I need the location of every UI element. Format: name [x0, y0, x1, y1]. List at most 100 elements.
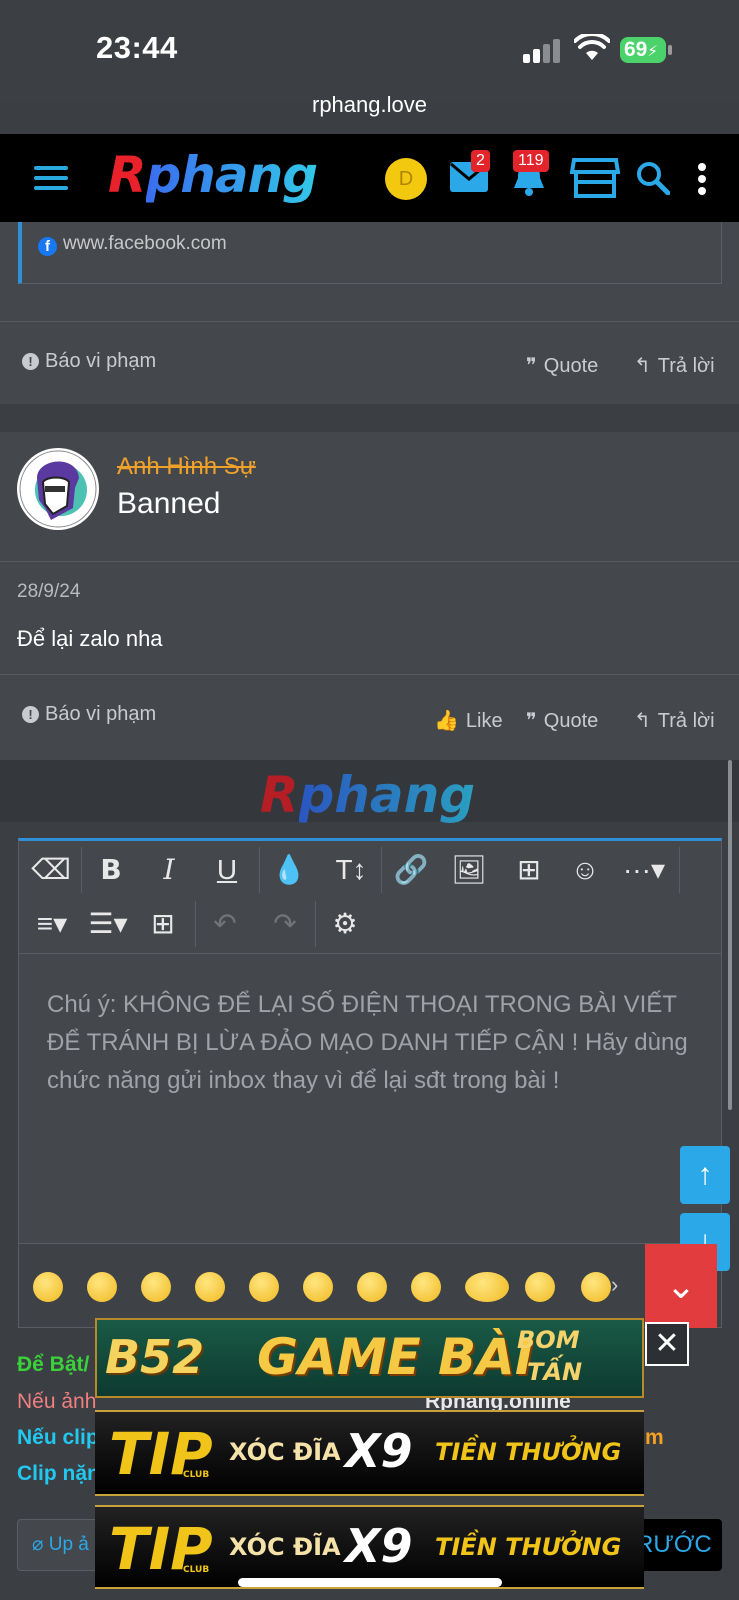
- divider: [0, 321, 739, 322]
- ad-b52-side1: BOM: [517, 1326, 580, 1354]
- smiley-icon[interactable]: [581, 1272, 611, 1302]
- toolbar-separator: [679, 847, 680, 893]
- ad-tip-text2: X9: [345, 1519, 413, 1573]
- more-options-icon[interactable]: ···▾: [619, 851, 669, 889]
- ad-banner-tip-1[interactable]: TIP CLUB XÓC ĐĨA X9 TIỀN THƯỞNG: [95, 1410, 644, 1496]
- close-ad-button[interactable]: ✕: [645, 1322, 689, 1366]
- undo-icon[interactable]: ↶: [205, 905, 245, 943]
- quote-button[interactable]: ❞ Quote: [526, 708, 598, 733]
- site-navbar: Rphang: [0, 134, 739, 222]
- post-author-avatar[interactable]: [17, 448, 99, 530]
- underline-icon[interactable]: U: [207, 851, 247, 889]
- bold-icon[interactable]: B: [91, 851, 131, 889]
- collapse-chevron-button[interactable]: ⌄: [645, 1244, 717, 1328]
- search-icon[interactable]: [636, 161, 670, 195]
- menu-icon[interactable]: [34, 166, 68, 190]
- post-author-name[interactable]: Anh Hình Sự: [117, 453, 256, 481]
- smiley-icon[interactable]: [357, 1272, 387, 1302]
- toolbar-separator: [381, 847, 382, 893]
- editor-toolbar-row-2: ≡▾ ☰▾ ⊞ ↶ ↷ ⚙: [19, 895, 721, 953]
- user-avatar-button[interactable]: D: [385, 158, 427, 200]
- facebook-link[interactable]: f www.facebook.com: [38, 233, 227, 256]
- smilies-bar: ›: [19, 1243, 721, 1327]
- align-icon[interactable]: ≡▾: [27, 905, 77, 943]
- ad-tip-text3: TIỀN THƯỞNG: [435, 1438, 622, 1466]
- ad-tip-club: CLUB: [183, 1470, 210, 1480]
- ad-tip-text1: XÓC ĐĨA: [229, 1533, 341, 1561]
- reply-icon: ↰: [634, 710, 651, 732]
- smiley-icon[interactable]: [249, 1272, 279, 1302]
- warning-icon: !: [22, 353, 39, 370]
- avatar-illustration: [19, 450, 97, 528]
- settings-icon[interactable]: ⚙: [325, 905, 365, 943]
- redo-icon[interactable]: ↷: [265, 905, 305, 943]
- warning-icon: !: [22, 706, 39, 723]
- note-line-3-end: m: [645, 1426, 664, 1449]
- paperclip-icon: ⌀: [32, 1534, 49, 1555]
- more-vertical-icon[interactable]: [697, 162, 707, 196]
- chevron-right-icon[interactable]: ›: [611, 1272, 618, 1298]
- note-line-2: Nếu ảnh: [17, 1390, 97, 1413]
- message-placeholder: Chú ý: KHÔNG ĐỂ LẠI SỐ ĐIỆN THOẠI TRONG …: [47, 991, 688, 1094]
- text-color-icon[interactable]: 💧: [269, 851, 309, 889]
- wifi-icon: [574, 34, 610, 60]
- toolbar-separator: [81, 847, 82, 893]
- facebook-icon: f: [38, 237, 57, 256]
- font-size-icon[interactable]: T↕: [325, 851, 377, 889]
- media-icon[interactable]: ⊞: [509, 851, 549, 889]
- ad-tip-text1: XÓC ĐĨA: [229, 1438, 341, 1466]
- site-logo[interactable]: Rphang: [108, 146, 318, 204]
- cellular-signal-icon: [523, 39, 563, 63]
- ad-b52-side2: TẤN: [527, 1358, 583, 1386]
- ad-tip-text2: X9: [345, 1424, 413, 1478]
- smiley-icon[interactable]: [303, 1272, 333, 1302]
- quote-button[interactable]: ❞ Quote: [526, 353, 598, 378]
- divider: [0, 561, 739, 562]
- image-icon[interactable]: 🖼: [449, 851, 489, 889]
- clear-format-icon[interactable]: ⌫: [31, 851, 71, 889]
- status-bar: 23:44 69⚡: [0, 0, 739, 100]
- smiley-icon[interactable]: [195, 1272, 225, 1302]
- status-time: 23:44: [96, 30, 178, 65]
- ad-tip-club: CLUB: [183, 1565, 210, 1575]
- thumbs-up-icon: 👍: [434, 710, 459, 732]
- report-button[interactable]: ! Báo vi phạm: [22, 703, 156, 726]
- note-line-4: Clip nặn: [17, 1462, 100, 1485]
- home-indicator[interactable]: [238, 1578, 502, 1587]
- reply-button[interactable]: ↰ Trả lời: [634, 708, 715, 733]
- toolbar-separator: [315, 901, 316, 947]
- battery-cap: [668, 45, 672, 55]
- message-input[interactable]: Chú ý: KHÔNG ĐỂ LẠI SỐ ĐIỆN THOẠI TRONG …: [19, 953, 721, 1243]
- table-icon[interactable]: ⊞: [143, 905, 183, 943]
- ad-b52-title: GAME BÀI: [257, 1328, 534, 1386]
- smiley-icon[interactable]: [33, 1272, 63, 1302]
- ad-banner-b52[interactable]: B52 GAME BÀI BOM TẤN: [95, 1318, 644, 1398]
- report-button[interactable]: ! Báo vi phạm: [22, 350, 156, 373]
- reply-button[interactable]: ↰ Trả lời: [634, 353, 715, 378]
- list-icon[interactable]: ☰▾: [83, 905, 133, 943]
- post-body: Để lại zalo nha: [17, 626, 163, 651]
- ad-banner-tip-2[interactable]: TIP CLUB XÓC ĐĨA X9 TIỀN THƯỞNG: [95, 1505, 644, 1589]
- upload-button[interactable]: ⌀ Up ả: [17, 1519, 107, 1571]
- note-line-3: Nếu clip: [17, 1426, 99, 1449]
- smiley-icon[interactable]: [141, 1272, 171, 1302]
- quote-icon: ❞: [526, 710, 537, 732]
- smiley-icon[interactable]: [465, 1272, 509, 1302]
- scroll-up-button[interactable]: ↑: [680, 1146, 730, 1204]
- browser-url[interactable]: rphang.love: [0, 92, 739, 118]
- scrollbar[interactable]: [728, 760, 732, 1110]
- smiley-icon[interactable]: [525, 1272, 555, 1302]
- alerts-badge: 119: [513, 150, 549, 172]
- italic-icon[interactable]: I: [149, 851, 189, 889]
- post-date[interactable]: 28/9/24: [17, 581, 80, 603]
- strip-logo: Rphang: [260, 766, 476, 824]
- smiley-icon[interactable]: [87, 1272, 117, 1302]
- reply-editor: ⌫ B I U 💧 T↕ 🔗 🖼 ⊞ ☺ ···▾ ≡▾ ☰▾ ⊞ ↶ ↷ ⚙ …: [18, 838, 722, 1328]
- emoji-icon[interactable]: ☺: [565, 851, 605, 889]
- battery-indicator: 69⚡: [620, 37, 666, 63]
- store-icon[interactable]: [570, 156, 620, 198]
- smiley-icon[interactable]: [411, 1272, 441, 1302]
- link-icon[interactable]: 🔗: [391, 851, 431, 889]
- like-button[interactable]: 👍 Like: [434, 708, 503, 733]
- toolbar-separator: [195, 901, 196, 947]
